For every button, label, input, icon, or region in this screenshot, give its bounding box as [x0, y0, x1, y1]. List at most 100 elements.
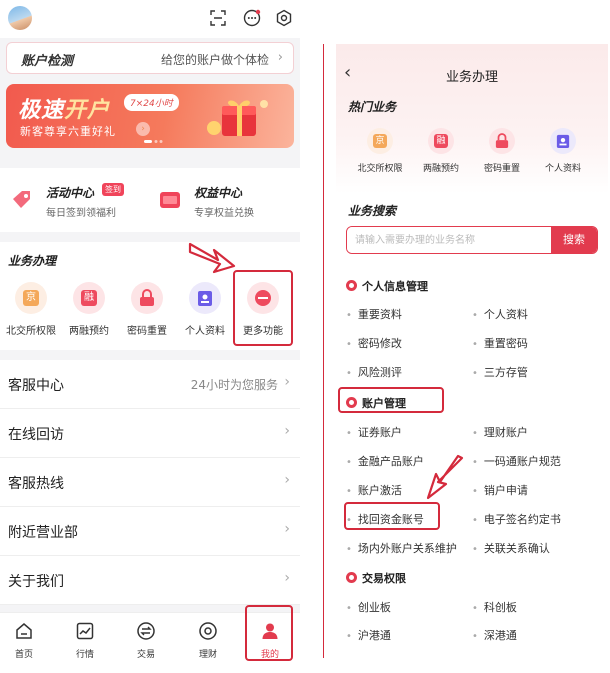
tab-trade[interactable]: 交易 — [126, 621, 166, 660]
account-check-title: 账户检测 — [21, 54, 74, 69]
chart-icon — [76, 622, 94, 640]
hot-item-reset-pwd[interactable]: 密码重置 — [472, 128, 532, 174]
menu-online-callback[interactable]: 在线回访 › — [0, 409, 300, 458]
margin-icon: 融 — [428, 128, 454, 154]
id-card-icon — [189, 282, 221, 314]
activity-center-sub: 每日签到领福利 — [46, 208, 116, 219]
search-button[interactable]: 搜索 — [551, 227, 597, 253]
chevron-right-icon: › — [284, 423, 290, 439]
list-item[interactable]: 重置密码 — [472, 335, 528, 351]
menu-label: 附近营业部 — [8, 525, 78, 541]
list-item[interactable]: 一码通账户规范 — [472, 453, 561, 469]
list-item[interactable]: 证券账户 — [346, 424, 402, 440]
message-icon[interactable] — [242, 8, 262, 28]
menu-hint: 24小时为您服务 — [190, 378, 278, 392]
service-menu: 客服中心 24小时为您服务 › 在线回访 › 客服热线 › 附近营业部 › 关于… — [0, 360, 300, 605]
banner-title: 极速开户 — [18, 98, 111, 123]
settings-icon[interactable] — [274, 8, 294, 28]
arrow-annotation-icon — [188, 242, 236, 274]
list-item[interactable]: 风险测评 — [346, 364, 402, 380]
open-account-banner[interactable]: 极速开户 7×24小时 新客尊享六重好礼 › — [6, 84, 294, 148]
page-title: 业务办理 — [445, 70, 498, 85]
list-item[interactable]: 重要资料 — [346, 306, 402, 322]
highlight-mine-tab — [245, 605, 293, 661]
menu-about-us[interactable]: 关于我们 › — [0, 556, 300, 605]
lock-icon — [131, 282, 163, 314]
list-item[interactable]: 三方存管 — [472, 364, 528, 380]
banner-subtitle: 新客尊享六重好礼 — [20, 125, 116, 138]
highlight-account-mgmt — [338, 387, 444, 413]
account-check-card[interactable]: 账户检测 给您的账户做个体检 › — [6, 42, 294, 74]
menu-hotline[interactable]: 客服热线 › — [0, 458, 300, 507]
biz-item-reset-pwd[interactable]: 密码重置 — [117, 282, 177, 337]
account-check-subtitle: 给您的账户做个体检 — [160, 53, 269, 67]
highlight-retrieve-account — [344, 502, 440, 530]
chevron-right-icon: › — [284, 570, 290, 586]
arrow-right-icon: › — [136, 122, 150, 136]
menu-nearby-branch[interactable]: 附近营业部 › — [0, 507, 300, 556]
tab-wealth[interactable]: 理财 — [188, 621, 228, 660]
bjs-icon: 京 — [15, 282, 47, 314]
biz-item-label: 北交所权限 — [6, 326, 56, 337]
activity-section: 活动中心 签到 每日签到领福利 权益中心 专享权益兑换 — [0, 168, 300, 232]
list-item[interactable]: 个人资料 — [472, 306, 528, 322]
avatar[interactable] — [8, 6, 32, 30]
list-item[interactable]: 创业板 — [346, 599, 391, 615]
biz-item-label: 两融预约 — [69, 326, 109, 337]
scan-icon[interactable] — [208, 8, 228, 28]
search-box: 搜索 — [346, 226, 598, 254]
menu-label: 在线回访 — [8, 427, 64, 443]
rights-center-sub: 专享权益兑换 — [194, 208, 254, 219]
top-bar — [0, 0, 300, 38]
list-item[interactable]: 电子签名约定书 — [472, 511, 561, 527]
list-item[interactable]: 销户申请 — [472, 482, 528, 498]
list-item[interactable]: 沪港通 — [346, 627, 391, 643]
tab-market[interactable]: 行情 — [65, 621, 105, 660]
search-input[interactable] — [347, 227, 553, 253]
list-item[interactable]: 理财账户 — [472, 424, 528, 440]
menu-customer-service[interactable]: 客服中心 24小时为您服务 › — [0, 360, 300, 409]
business-page-panel: ‹ 业务办理 热门业务 京 北交所权限 融 两融预约 密码重置 个人资料 业务搜… — [336, 44, 608, 673]
highlight-more-function — [233, 270, 293, 346]
biz-item-margin[interactable]: 融 两融预约 — [59, 282, 119, 337]
hot-item-margin[interactable]: 融 两融预约 — [411, 128, 471, 174]
list-item[interactable]: 科创板 — [472, 599, 517, 615]
list-item[interactable]: 深港通 — [472, 627, 517, 643]
hot-item-label: 两融预约 — [422, 164, 459, 174]
hot-item-bjs[interactable]: 京 北交所权限 — [350, 128, 410, 174]
chevron-right-icon: › — [284, 472, 290, 488]
category-personal-info: 个人信息管理 — [346, 278, 428, 294]
wallet-icon[interactable] — [158, 188, 182, 212]
tab-home[interactable]: 首页 — [4, 621, 44, 660]
search-heading: 业务搜索 — [348, 204, 397, 218]
activity-center-title[interactable]: 活动中心 — [46, 184, 94, 201]
target-icon — [199, 622, 217, 640]
list-item[interactable]: 金融产品账户 — [346, 453, 424, 469]
tab-label: 行情 — [75, 650, 94, 660]
biz-item-profile[interactable]: 个人资料 — [175, 282, 235, 337]
list-item[interactable]: 账户激活 — [346, 482, 402, 498]
menu-label: 客服中心 — [8, 378, 64, 394]
home-icon — [16, 623, 32, 639]
chevron-right-icon: › — [284, 521, 290, 537]
margin-icon: 融 — [73, 282, 105, 314]
arrow-annotation-icon — [426, 454, 464, 500]
list-item[interactable]: 密码修改 — [346, 335, 402, 351]
hot-item-profile[interactable]: 个人资料 — [533, 128, 593, 174]
lock-icon — [489, 128, 515, 154]
list-item[interactable]: 关联关系确认 — [472, 540, 550, 556]
tab-label: 理财 — [198, 650, 217, 660]
rights-center-title[interactable]: 权益中心 — [194, 184, 242, 201]
biz-item-label: 密码重置 — [127, 326, 167, 337]
category-icon — [346, 280, 357, 291]
list-item[interactable]: 场内外账户关系维护 — [346, 540, 457, 556]
biz-item-bjs[interactable]: 京 北交所权限 — [1, 282, 61, 337]
business-search-section: 业务搜索 搜索 — [336, 194, 608, 274]
tag-icon[interactable] — [10, 188, 34, 212]
business-heading: 业务办理 — [8, 254, 57, 268]
hot-item-label: 个人资料 — [544, 164, 581, 174]
hot-item-label: 北交所权限 — [357, 164, 403, 174]
carousel-dots — [144, 140, 163, 143]
category-trading-permission: 交易权限 — [346, 570, 406, 586]
bjs-icon: 京 — [367, 128, 393, 154]
